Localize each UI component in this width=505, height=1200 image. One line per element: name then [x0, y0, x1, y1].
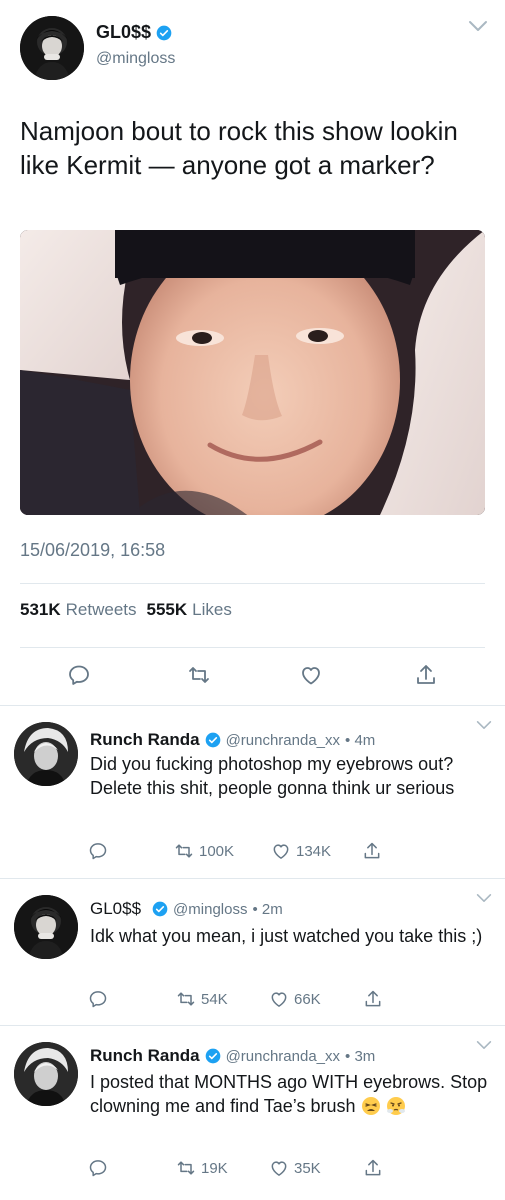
reply-author: GL0$$ @mingloss • 2m	[90, 899, 283, 919]
share-icon[interactable]	[413, 662, 439, 688]
like-button[interactable]: 134K	[271, 841, 331, 861]
author-block: GL0$$ @mingloss	[96, 22, 175, 68]
reply-text: Did you fucking photoshop my eyebrows ou…	[90, 754, 455, 798]
likes-count[interactable]: 555K Likes	[147, 600, 232, 620]
retweet-count: 54K	[201, 990, 228, 1008]
retweet-button[interactable]: 100K	[174, 841, 234, 861]
verified-badge-icon	[205, 732, 221, 748]
reply-tweet[interactable]: Runch Randa @runchranda_xx • 4m Did you …	[0, 706, 505, 878]
tired-face-emoji-icon	[361, 1096, 381, 1116]
reply-handle[interactable]: @runchranda_xx	[226, 1048, 340, 1065]
steam-nose-emoji-icon	[386, 1096, 406, 1116]
retweets-count[interactable]: 531K Retweets	[20, 600, 137, 620]
avatar-image	[20, 16, 84, 80]
reply-action-bar: 54K 66K	[88, 989, 408, 1013]
reply-display-name[interactable]: GL0$$	[90, 899, 141, 919]
reply-avatar[interactable]	[14, 722, 78, 786]
heart-icon	[273, 844, 289, 859]
tweet-action-bar	[0, 662, 505, 692]
verified-badge-icon	[152, 901, 168, 917]
retweet-icon[interactable]	[186, 662, 212, 688]
share-icon[interactable]	[363, 1158, 383, 1178]
tweet-text: Namjoon bout to rock this show lookin li…	[20, 116, 458, 180]
like-count: 35K	[294, 1159, 321, 1177]
reply-author: Runch Randa @runchranda_xx • 3m	[90, 1046, 375, 1066]
retweet-count: 100K	[199, 842, 235, 860]
reply-action-bar: 100K 134K	[88, 841, 408, 865]
tweet-menu-chevron-down-icon[interactable]	[468, 20, 488, 32]
reply-menu-chevron-down-icon[interactable]	[476, 1040, 492, 1050]
retweet-icon	[177, 1161, 195, 1175]
retweet-icon	[175, 844, 193, 858]
divider	[20, 583, 485, 584]
reply-time: • 4m	[345, 731, 376, 749]
reply-avatar[interactable]	[14, 1042, 78, 1106]
share-icon[interactable]	[363, 989, 383, 1009]
reply-time: • 3m	[345, 1047, 376, 1065]
like-button[interactable]: 66K	[269, 989, 321, 1009]
reply-display-name[interactable]: Runch Randa	[90, 1046, 200, 1066]
heart-icon[interactable]	[298, 662, 324, 688]
like-button[interactable]: 35K	[269, 1158, 321, 1178]
tweet-stats: 531K Retweets 555K Likes	[20, 600, 232, 620]
like-count: 66K	[294, 990, 321, 1008]
reply-handle[interactable]: @mingloss	[173, 901, 247, 918]
author-handle[interactable]: @mingloss	[96, 50, 175, 68]
like-count: 134K	[296, 842, 332, 860]
verified-badge-icon	[156, 25, 172, 41]
retweet-button[interactable]: 54K	[176, 989, 228, 1009]
reply-action-bar: 19K 35K	[88, 1158, 408, 1182]
heart-icon	[271, 1161, 287, 1176]
reply-icon[interactable]	[88, 841, 108, 861]
reply-text: Idk what you mean, i just watched you ta…	[90, 926, 483, 946]
retweet-button[interactable]: 19K	[176, 1158, 228, 1178]
reply-handle[interactable]: @runchranda_xx	[226, 732, 340, 749]
reply-icon[interactable]	[88, 1158, 108, 1178]
tweet-photo[interactable]	[20, 230, 485, 515]
retweet-icon	[177, 992, 195, 1006]
author-avatar[interactable]	[20, 16, 84, 80]
verified-badge-icon	[205, 1048, 221, 1064]
reply-menu-chevron-down-icon[interactable]	[476, 893, 492, 903]
retweets-label: Retweets	[65, 600, 137, 619]
reply-icon[interactable]	[88, 989, 108, 1009]
reply-menu-chevron-down-icon[interactable]	[476, 720, 492, 730]
reply-icon[interactable]	[66, 662, 92, 688]
retweet-count: 19K	[201, 1159, 228, 1177]
selfie-image	[20, 230, 485, 515]
reply-display-name[interactable]: Runch Randa	[90, 730, 200, 750]
avatar-image	[14, 895, 78, 959]
reply-avatar[interactable]	[14, 895, 78, 959]
reply-author: Runch Randa @runchranda_xx • 4m	[90, 730, 375, 750]
avatar-image	[14, 1042, 78, 1106]
share-icon[interactable]	[362, 841, 382, 861]
divider	[20, 647, 485, 648]
reply-tweet[interactable]: GL0$$ @mingloss • 2m Idk what you mean, …	[0, 879, 505, 1025]
likes-label: Likes	[192, 600, 232, 619]
main-tweet: GL0$$ @mingloss Namjoon bout to rock thi…	[0, 0, 505, 705]
author-display-name[interactable]: GL0$$	[96, 22, 151, 43]
heart-icon	[271, 992, 287, 1007]
avatar-image	[14, 722, 78, 786]
likes-value: 555K	[146, 600, 188, 619]
reply-text-content: I posted that MONTHS ago WITH eyebrows. …	[90, 1072, 488, 1116]
reply-tweet[interactable]: Runch Randa @runchranda_xx • 3m I posted…	[0, 1026, 505, 1200]
reply-time: • 2m	[252, 900, 283, 918]
retweets-value: 531K	[20, 600, 61, 619]
reply-text: I posted that MONTHS ago WITH eyebrows. …	[90, 1070, 490, 1118]
tweet-timestamp[interactable]: 15/06/2019, 16:58	[20, 540, 165, 561]
